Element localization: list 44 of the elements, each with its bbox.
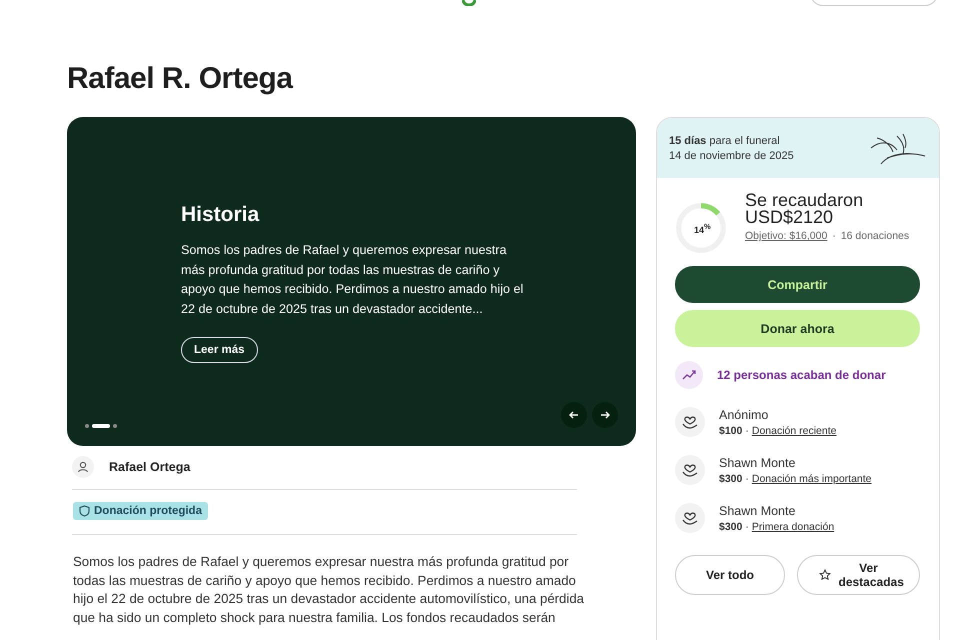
donation-count: 16 donaciones (840, 230, 910, 242)
donation-amount: $300 (719, 520, 742, 532)
featured-button[interactable]: Ver destacadas (797, 555, 920, 595)
heart-hand-icon (675, 455, 705, 485)
donation-tag-link[interactable]: Primera donación (752, 520, 834, 532)
countdown-text: 15 días para el funeral (669, 134, 781, 146)
donation-amount: $100 (719, 424, 742, 436)
donor-name: Shawn Monte (719, 456, 796, 470)
funeral-date: 14 de noviembre de 2025 (669, 150, 794, 162)
view-all-button[interactable]: Ver todo (675, 555, 785, 595)
separator-dot: · (832, 230, 836, 242)
story-heading: Historia (181, 203, 260, 227)
organizer-name: Rafael Ortega (109, 460, 190, 474)
trend-icon (675, 361, 703, 389)
carousel-dot[interactable] (113, 424, 117, 428)
heart-hand-icon (675, 407, 705, 437)
person-icon (72, 456, 94, 478)
progress-percent: 14$^{%}$ (694, 222, 711, 235)
previous-icon[interactable] (561, 402, 587, 428)
donate-button[interactable]: Donar ahora (675, 310, 920, 347)
carousel-dot[interactable] (85, 424, 89, 428)
donor-name: Anónimo (719, 408, 770, 422)
goal-link[interactable]: Objetivo: $16,000 (745, 230, 828, 242)
separator-dot: · (745, 520, 749, 532)
progress-ring (675, 202, 727, 254)
read-more-button[interactable]: Leer más (181, 337, 258, 363)
donation-amount: $300 (719, 472, 742, 484)
separator-dot: · (745, 472, 749, 484)
donor-name: Shawn Monte (719, 504, 796, 518)
badge-label: Donación protegida (94, 505, 202, 517)
heart-hand-icon (675, 503, 705, 533)
story-excerpt: Somos los padres de Rafael y queremos expresar nuestra más profunda gratitud por todas las muestras de cariño y apoyo que hemos recibido. Perdimos a nuestro amado hijo el 22 de octubre de 2025 tras un devastador accidente... (181, 242, 524, 318)
page-title: Rafael R. Ortega (67, 62, 294, 96)
share-button[interactable]: Compartir (675, 266, 920, 303)
recent-donors-text: 12 personas acaban de donar (717, 368, 886, 382)
star-icon (818, 569, 830, 581)
separator-dot: · (745, 424, 749, 436)
shield-icon (79, 505, 90, 517)
logo-icon[interactable] (462, 0, 476, 6)
story-text: Somos los padres de Rafael y queremos expresar nuestra más profunda gratitud por todas las muestras de cariño y apoyo que hemos recibido. Perdimos a nuestro amado hijo el 22 de octubre de 2025 tras un devastador accidente automovilístico, una pérdida que ha sido un completo shock para nuestra familia. Los fondos recaudados serán (73, 553, 585, 627)
donation-tag-link[interactable]: Donación reciente (752, 424, 836, 436)
amount-raised: Se recaudaron USD$2120 (745, 192, 864, 226)
donation-tag-link[interactable]: Donación más importante (752, 472, 872, 484)
next-icon[interactable] (592, 402, 618, 428)
